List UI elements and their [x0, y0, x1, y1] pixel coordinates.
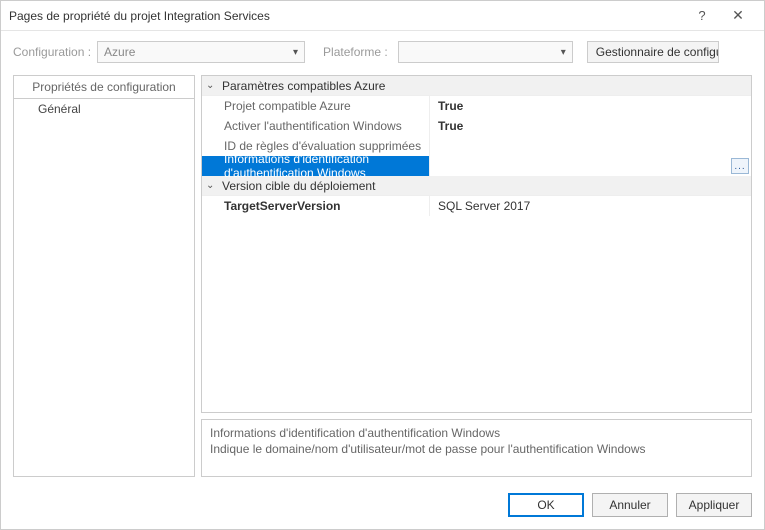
prop-name: Projet compatible Azure: [202, 96, 430, 116]
configuration-manager-button[interactable]: Gestionnaire de configuration...: [587, 41, 719, 63]
prop-row-target-server[interactable]: TargetServerVersion SQL Server 2017: [202, 196, 751, 216]
description-body: Indique le domaine/nom d'utilisateur/mot…: [210, 442, 743, 456]
chevron-down-icon: ⌄: [206, 80, 218, 91]
cancel-button[interactable]: Annuler: [592, 493, 668, 517]
prop-name: Activer l'authentification Windows: [202, 116, 430, 136]
help-button[interactable]: ?: [684, 8, 720, 23]
ellipsis-button[interactable]: ...: [731, 158, 749, 174]
category-label: Paramètres compatibles Azure: [222, 79, 385, 93]
chevron-down-icon: ⌄: [206, 180, 218, 191]
platform-label: Plateforme :: [323, 45, 388, 59]
left-panel-header: Propriétés de configuration: [14, 76, 194, 99]
config-row: Configuration : Azure ▾ Plateforme : ▾ G…: [1, 31, 764, 75]
right-panel: ⌄ Paramètres compatibles Azure Projet co…: [201, 75, 752, 477]
tree-item-general[interactable]: Général: [14, 99, 194, 119]
description-box: Informations d'identification d'authenti…: [201, 419, 752, 477]
window-title: Pages de propriété du projet Integration…: [9, 9, 684, 23]
prop-name: TargetServerVersion: [202, 196, 430, 216]
prop-row-azure-compatible[interactable]: Projet compatible Azure True: [202, 96, 751, 116]
apply-button[interactable]: Appliquer: [676, 493, 752, 517]
ok-button[interactable]: OK: [508, 493, 584, 517]
property-grid: ⌄ Paramètres compatibles Azure Projet co…: [201, 75, 752, 413]
left-panel: Propriétés de configuration Général: [13, 75, 195, 477]
prop-row-auth-info[interactable]: Informations d'identification d'authenti…: [202, 156, 751, 176]
configuration-label: Configuration :: [13, 45, 91, 59]
description-title: Informations d'identification d'authenti…: [210, 426, 743, 440]
prop-value: True: [430, 116, 751, 136]
prop-value: SQL Server 2017: [430, 196, 751, 216]
category-azure[interactable]: ⌄ Paramètres compatibles Azure: [202, 76, 751, 96]
button-row: OK Annuler Appliquer: [1, 485, 764, 529]
configuration-value: Azure: [104, 45, 293, 59]
prop-value: [430, 136, 751, 156]
main-area: Propriétés de configuration Général ⌄ Pa…: [1, 75, 764, 485]
platform-dropdown[interactable]: ▾: [398, 41, 573, 63]
prop-name: Informations d'identification d'authenti…: [202, 156, 430, 176]
chevron-down-icon: ▾: [561, 47, 566, 58]
prop-row-windows-auth[interactable]: Activer l'authentification Windows True: [202, 116, 751, 136]
close-button[interactable]: ✕: [720, 7, 756, 24]
chevron-down-icon: ▾: [293, 47, 298, 58]
configuration-dropdown[interactable]: Azure ▾: [97, 41, 305, 63]
prop-value: True: [430, 96, 751, 116]
category-label: Version cible du déploiement: [222, 179, 375, 193]
prop-value: [430, 156, 751, 176]
titlebar: Pages de propriété du projet Integration…: [1, 1, 764, 31]
